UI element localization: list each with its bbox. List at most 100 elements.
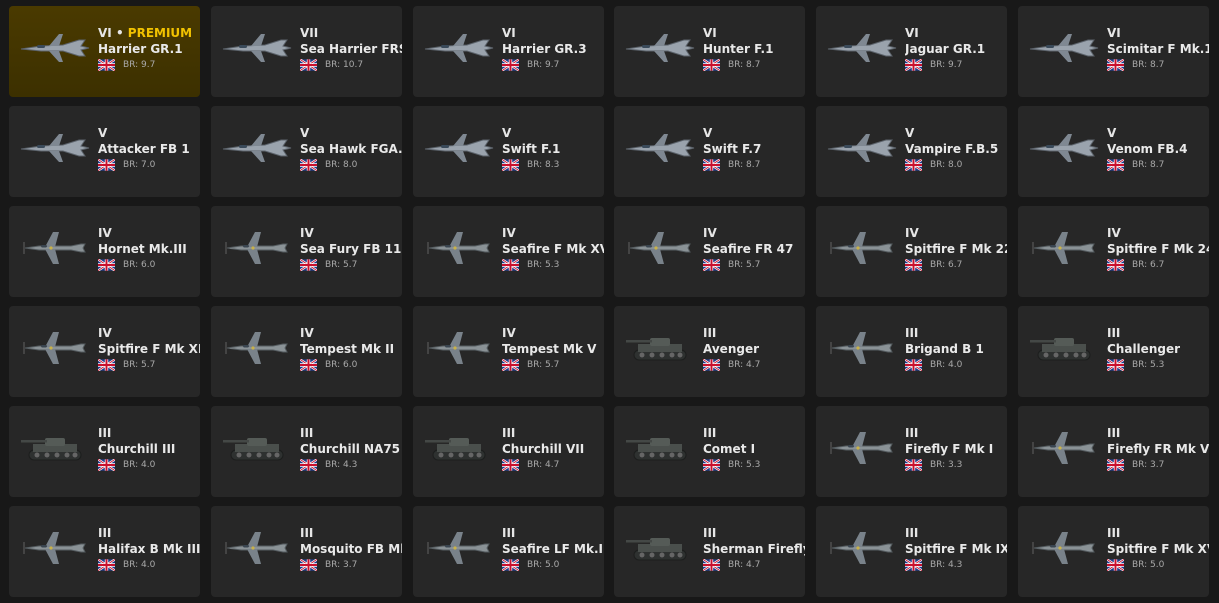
vehicle-rank: III: [703, 325, 805, 341]
vehicle-card[interactable]: III Churchill III BR: 4.0: [9, 406, 200, 497]
battle-rating: BR: 5.7: [325, 259, 358, 270]
battle-rating: BR: 5.3: [527, 259, 560, 270]
vehicle-rank-number: VI: [1107, 26, 1121, 40]
vehicle-card[interactable]: VI Hunter F.1 BR: 8.7: [614, 6, 805, 97]
vehicle-card[interactable]: IV Seafire F Mk XVII BR: 5.3: [413, 206, 604, 297]
vehicle-card[interactable]: III Brigand B 1 BR: 4.0: [816, 306, 1007, 397]
vehicle-card[interactable]: IV Spitfire F Mk 22 BR: 6.7: [816, 206, 1007, 297]
vehicle-card[interactable]: V Attacker FB 1 BR: 7.0: [9, 106, 200, 197]
vehicle-name: Mosquito FB Mk V: [300, 542, 402, 556]
vehicle-rank: IV: [98, 225, 200, 241]
battle-rating: BR: 5.3: [1132, 359, 1165, 370]
vehicle-card[interactable]: VI Jaguar GR.1 BR: 9.7: [816, 6, 1007, 97]
vehicle-card[interactable]: IV Tempest Mk V BR: 5.7: [413, 306, 604, 397]
battle-rating: BR: 6.7: [930, 259, 963, 270]
battle-rating: BR: 4.0: [123, 459, 156, 470]
vehicle-name: Comet I: [703, 442, 756, 456]
vehicle-name: Avenger: [703, 342, 760, 356]
vehicle-card[interactable]: IV Sea Fury FB 11 BR: 5.7: [211, 206, 402, 297]
uk-flag-icon: [300, 558, 317, 571]
battle-rating: BR: 4.7: [728, 559, 761, 570]
vehicle-card[interactable]: IV Spitfire F Mk 24 BR: 6.7: [1018, 206, 1209, 297]
vehicle-rank: V: [905, 125, 1007, 141]
vehicle-rank-number: IV: [98, 326, 112, 340]
prop-plane-icon: [620, 228, 700, 268]
vehicle-name: Churchill VII: [502, 442, 585, 456]
vehicle-grid: VI • PREMIUM Harrier GR.1 BR: 9.7 VII Se…: [0, 0, 1219, 603]
vehicle-meta: BR: 6.0: [98, 258, 200, 271]
vehicle-card[interactable]: III Churchill NA75 BR: 4.3: [211, 406, 402, 497]
vehicle-card[interactable]: III Spitfire F Mk XVI BR: 5.0: [1018, 506, 1209, 597]
vehicle-meta: BR: 5.3: [502, 258, 604, 271]
vehicle-name: Tempest Mk II: [300, 342, 395, 356]
vehicle-card[interactable]: III Churchill VII BR: 4.7: [413, 406, 604, 497]
vehicle-card[interactable]: V Sea Hawk FGA.6 BR: 8.0: [211, 106, 402, 197]
uk-flag-icon: [98, 158, 115, 171]
uk-flag-icon: [703, 258, 720, 271]
uk-flag-icon: [98, 58, 115, 71]
vehicle-name: Sea Fury FB 11: [300, 242, 402, 256]
vehicle-name: Harrier GR.3: [502, 42, 587, 56]
vehicle-card[interactable]: III Sherman Firefly BR: 4.7: [614, 506, 805, 597]
vehicle-card[interactable]: VI • PREMIUM Harrier GR.1 BR: 9.7: [9, 6, 200, 97]
vehicle-rank-number: IV: [703, 226, 717, 240]
uk-flag-icon: [703, 58, 720, 71]
battle-rating: BR: 4.3: [930, 559, 963, 570]
vehicle-card[interactable]: III Mosquito FB Mk V BR: 3.7: [211, 506, 402, 597]
battle-rating: BR: 8.3: [527, 159, 560, 170]
vehicle-card[interactable]: VI Harrier GR.3 BR: 9.7: [413, 6, 604, 97]
battle-rating: BR: 5.3: [728, 459, 761, 470]
battle-rating: BR: 4.7: [728, 359, 761, 370]
vehicle-card[interactable]: III Comet I BR: 5.3: [614, 406, 805, 497]
vehicle-card[interactable]: III Spitfire F Mk IX BR: 4.3: [816, 506, 1007, 597]
vehicle-rank-number: VI: [905, 26, 919, 40]
uk-flag-icon: [905, 158, 922, 171]
vehicle-card[interactable]: VI Scimitar F Mk.1 BR: 8.7: [1018, 6, 1209, 97]
vehicle-rank: VI: [703, 25, 805, 41]
uk-flag-icon: [905, 358, 922, 371]
vehicle-rank-number: IV: [502, 326, 516, 340]
vehicle-card[interactable]: III Firefly F Mk I BR: 3.3: [816, 406, 1007, 497]
vehicle-card[interactable]: IV Tempest Mk II BR: 6.0: [211, 306, 402, 397]
tank-icon: [1024, 328, 1104, 368]
prop-plane-icon: [15, 228, 95, 268]
vehicle-rank: III: [300, 425, 402, 441]
uk-flag-icon: [502, 558, 519, 571]
uk-flag-icon: [300, 258, 317, 271]
vehicle-card[interactable]: III Avenger BR: 4.7: [614, 306, 805, 397]
vehicle-rank: IV: [300, 225, 402, 241]
vehicle-card[interactable]: VII Sea Harrier FRS.1 ( BR: 10.7: [211, 6, 402, 97]
battle-rating: BR: 7.0: [123, 159, 156, 170]
vehicle-rank-number: III: [502, 426, 516, 440]
vehicle-name: Swift F.1: [502, 142, 561, 156]
battle-rating: BR: 6.7: [1132, 259, 1165, 270]
vehicle-name: Churchill NA75: [300, 442, 401, 456]
vehicle-name: Spitfire F Mk 24: [1107, 242, 1209, 256]
vehicle-card[interactable]: V Swift F.1 BR: 8.3: [413, 106, 604, 197]
vehicle-card[interactable]: V Venom FB.4 BR: 8.7: [1018, 106, 1209, 197]
vehicle-card[interactable]: III Halifax B Mk IIIa BR: 4.0: [9, 506, 200, 597]
vehicle-meta: BR: 5.7: [300, 258, 402, 271]
vehicle-name: Vampire F.B.5: [905, 142, 999, 156]
vehicle-card[interactable]: V Vampire F.B.5 BR: 8.0: [816, 106, 1007, 197]
vehicle-rank: IV: [300, 325, 402, 341]
vehicle-card[interactable]: III Challenger BR: 5.3: [1018, 306, 1209, 397]
vehicle-name: Attacker FB 1: [98, 142, 190, 156]
vehicle-card[interactable]: IV Seafire FR 47 BR: 5.7: [614, 206, 805, 297]
battle-rating: BR: 9.7: [527, 59, 560, 70]
jet-icon: [1024, 128, 1104, 168]
vehicle-card[interactable]: V Swift F.7 BR: 8.7: [614, 106, 805, 197]
vehicle-card[interactable]: III Seafire LF Mk.III BR: 5.0: [413, 506, 604, 597]
uk-flag-icon: [502, 458, 519, 471]
battle-rating: BR: 9.7: [123, 59, 156, 70]
battle-rating: BR: 5.0: [1132, 559, 1165, 570]
vehicle-card[interactable]: IV Spitfire F Mk XIVe BR: 5.7: [9, 306, 200, 397]
vehicle-rank-number: VI: [502, 26, 516, 40]
vehicle-rank: III: [98, 425, 200, 441]
vehicle-rank-number: V: [905, 126, 915, 140]
vehicle-rank: IV: [1107, 225, 1209, 241]
vehicle-card[interactable]: III Firefly FR Mk V BR: 3.7: [1018, 406, 1209, 497]
vehicle-rank: III: [1107, 325, 1209, 341]
vehicle-name: Seafire LF Mk.III: [502, 542, 604, 556]
vehicle-card[interactable]: IV Hornet Mk.III BR: 6.0: [9, 206, 200, 297]
